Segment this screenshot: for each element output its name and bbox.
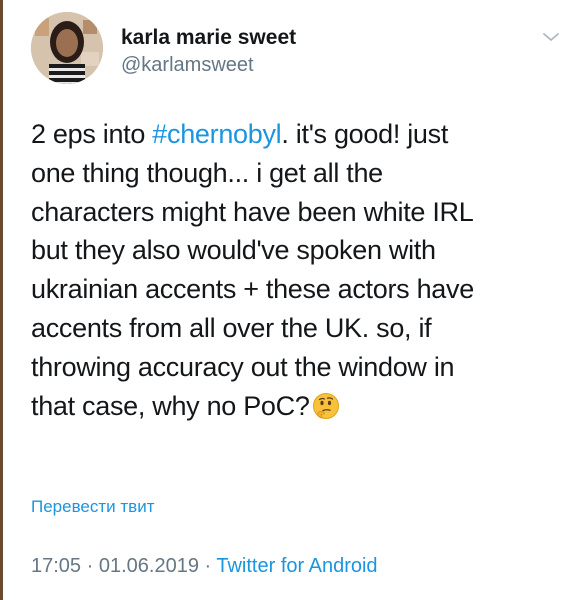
chevron-down-icon[interactable] <box>541 30 561 44</box>
tweet-source-link[interactable]: Twitter for Android <box>216 555 377 577</box>
tweet-line: but they also would've spoken with <box>31 235 436 266</box>
tweet-header: karla marie sweet @karlamsweet <box>31 12 561 92</box>
tweet-line: characters might have been white IRL <box>31 196 474 227</box>
user-handle[interactable]: @karlamsweet <box>121 54 254 77</box>
tweet-line: accents from all over the UK. so, if <box>31 312 432 343</box>
meta-separator: · <box>81 555 99 577</box>
tweet-text: 2 eps into #chernobyl. it's good! just o… <box>31 115 566 425</box>
tweet-line: ukrainian accents + these actors have <box>31 274 474 305</box>
tweet-date[interactable]: 01.06.2019 <box>99 555 199 577</box>
tweet-line: that case, why no PoC? <box>31 387 566 426</box>
tweet-text-segment: that case, why no PoC? <box>31 390 310 421</box>
thinking-face-icon <box>312 392 340 420</box>
tweet-line: one thing though... i get all the <box>31 157 383 188</box>
tweet-text-segment: 2 eps into <box>31 119 153 149</box>
hashtag-link[interactable]: #chernobyl <box>152 119 281 149</box>
translate-tweet-link[interactable]: Перевести твит <box>31 497 154 517</box>
tweet-line: 2 eps into #chernobyl. it's good! just <box>31 115 566 154</box>
tweet-card: karla marie sweet @karlamsweet 2 eps int… <box>0 0 582 600</box>
tweet-line: throwing accuracy out the window in <box>31 351 455 382</box>
tweet-text-segment: . it's good! just <box>281 119 449 149</box>
avatar[interactable] <box>31 12 103 84</box>
meta-separator: · <box>198 555 217 577</box>
tweet-meta: 17:05 · 01.06.2019 · Twitter for Android <box>31 555 378 578</box>
tweet-time[interactable]: 17:05 <box>31 555 81 577</box>
display-name[interactable]: karla marie sweet <box>121 26 296 50</box>
